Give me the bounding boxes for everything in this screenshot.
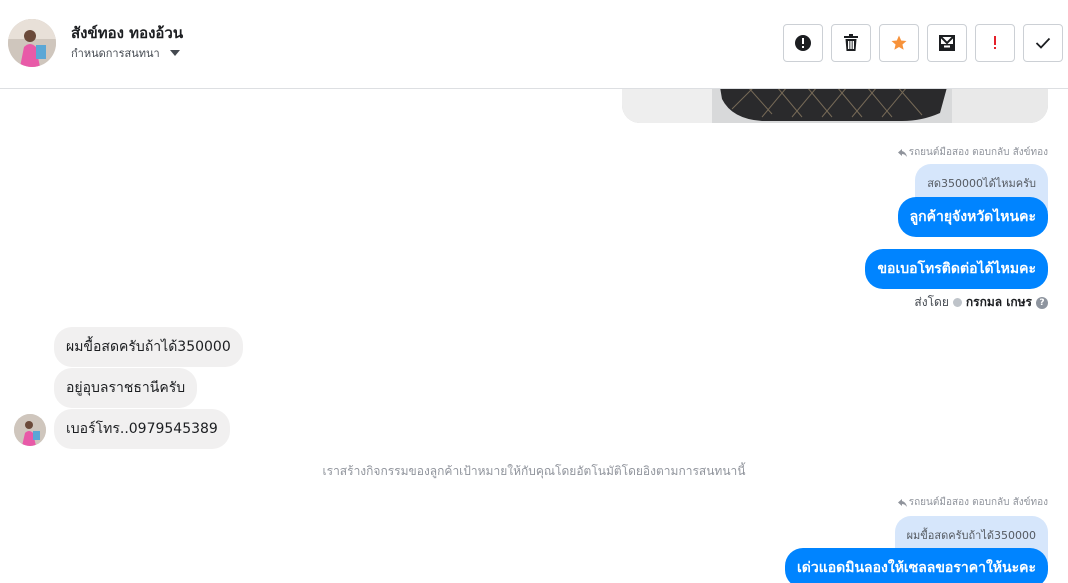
conversation-view: สังข์ทอง ทองอ้วน กำหนดการสนทนา รถยนต์มือ… [0, 0, 1068, 583]
mark-important-button[interactable] [975, 24, 1015, 62]
star-button[interactable] [879, 24, 919, 62]
car-interior-image[interactable] [622, 89, 1048, 123]
outgoing-message[interactable]: เด่วแอดมินลองให้เซลลขอราคาให้นะคะ [784, 548, 1048, 583]
message-thread[interactable]: รถยนต์มือสอง ตอบกลับ สังข์ทอง สด350000ได… [0, 89, 1068, 583]
reply-icon [897, 148, 907, 157]
reply-meta: รถยนต์มือสอง ตอบกลับ สังข์ทอง [897, 145, 1048, 160]
outgoing-message[interactable]: ขอเบอโทรติดต่อได้ไหมคะ [865, 249, 1048, 289]
help-icon[interactable]: ? [1036, 296, 1048, 309]
incoming-message[interactable]: เบอร์โทร..0979545389 [54, 409, 230, 449]
conversation-toolbar [783, 24, 1063, 62]
outgoing-message[interactable]: ลูกค้ายุจังหวัดไหนคะ [897, 197, 1048, 237]
assign-conversation-dropdown[interactable]: กำหนดการสนทนา [71, 44, 180, 62]
assign-label: กำหนดการสนทนา [71, 47, 160, 60]
conversation-header: สังข์ทอง ทองอ้วน กำหนดการสนทนา [0, 0, 1068, 89]
trash-icon [844, 34, 858, 51]
alert-icon [795, 35, 811, 51]
incoming-message[interactable]: ผมขื้อสดครับถ้าได้350000 [54, 327, 243, 367]
archive-button[interactable] [927, 24, 967, 62]
sender-name[interactable]: กรกมล เกษร [966, 293, 1032, 312]
contact-name[interactable]: สังข์ทอง ทองอ้วน [71, 21, 183, 45]
caret-down-icon [169, 50, 180, 56]
exclamation-icon [994, 36, 996, 49]
star-icon [891, 35, 907, 50]
sent-by-info: ส่งโดย กรกมล เกษร ? [914, 293, 1048, 312]
reply-meta: รถยนต์มือสอง ตอบกลับ สังข์ทอง [897, 495, 1048, 510]
verified-dot-icon [952, 298, 962, 307]
contact-avatar[interactable] [8, 19, 56, 67]
archive-icon [939, 35, 955, 51]
incoming-message[interactable]: อยู่อุบลราชธานีครับ [54, 368, 198, 408]
contact-avatar-small[interactable] [14, 414, 46, 446]
mark-spam-button[interactable] [783, 24, 823, 62]
check-icon [1035, 37, 1051, 49]
delete-button[interactable] [831, 24, 871, 62]
reply-icon [897, 498, 907, 507]
mark-done-button[interactable] [1023, 24, 1063, 62]
system-note: เราสร้างกิจกรรมของลูกค้าเป้าหมายให้กับคุ… [322, 464, 746, 478]
